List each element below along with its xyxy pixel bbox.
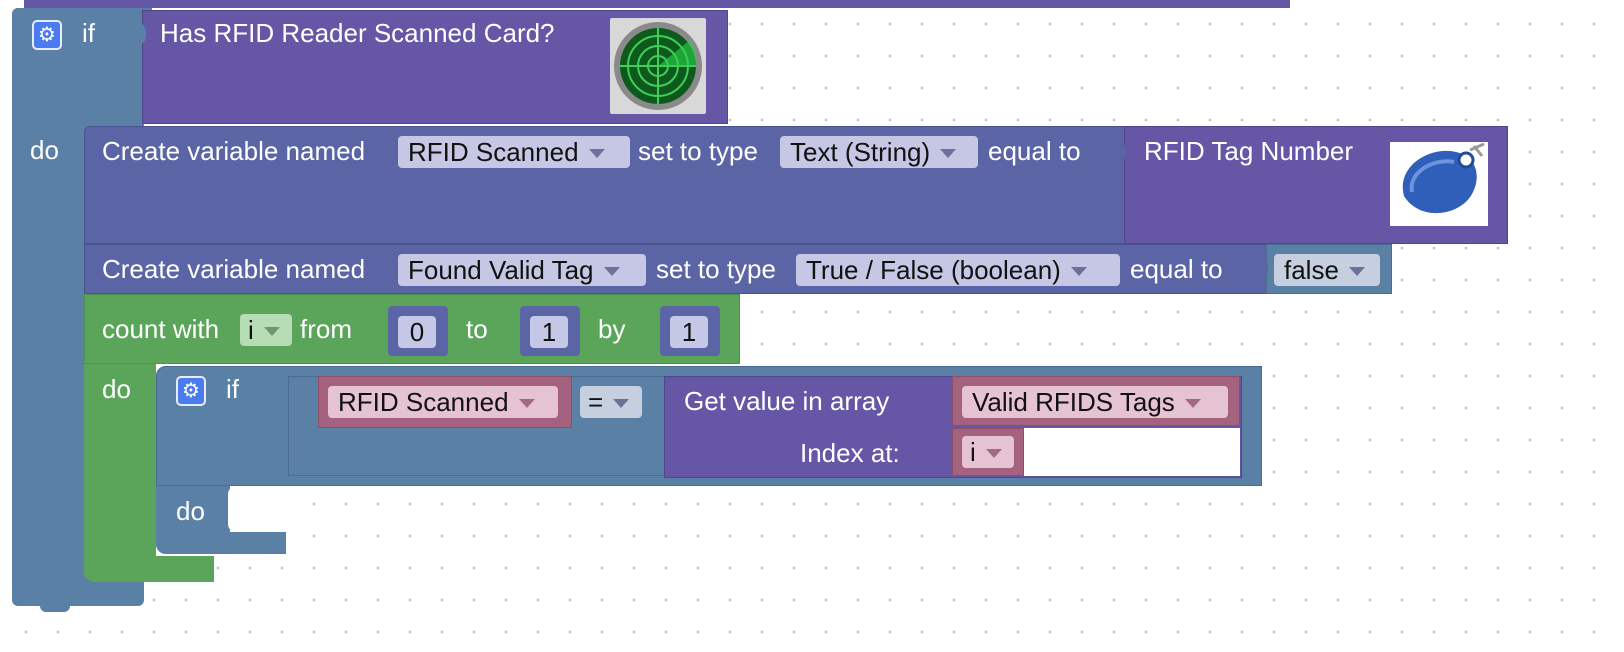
get-value-label: Get value in array xyxy=(684,386,890,416)
rfid-tag-image xyxy=(1390,142,1488,226)
by-label: by xyxy=(598,314,626,344)
variable-name-1-text: RFID Scanned xyxy=(408,137,579,167)
outer-if-label: if xyxy=(82,18,95,48)
loop-variable-dropdown[interactable]: i xyxy=(240,314,292,346)
previous-block-edge xyxy=(24,0,1290,8)
chevron-down-icon xyxy=(613,399,630,408)
to-value-field[interactable]: 1 xyxy=(530,316,568,348)
create-var-2-equal-label: equal to xyxy=(1130,254,1223,284)
inner-if-gear-icon[interactable]: ⚙ xyxy=(176,376,206,406)
rfid-tag-number-text: RFID Tag Number xyxy=(1144,136,1354,166)
create-var-1-prefix: Create variable named xyxy=(102,136,366,166)
outer-if-bottom-tab xyxy=(40,600,70,612)
chevron-down-icon xyxy=(603,267,620,276)
create-var-1-equal-label: equal to xyxy=(988,136,1081,166)
operator-text: = xyxy=(588,387,604,417)
inner-do-slot xyxy=(228,486,286,532)
chevron-down-icon xyxy=(588,149,605,158)
chevron-down-icon xyxy=(263,327,280,336)
loop-variable-text: i xyxy=(248,315,254,345)
boolean-dropdown[interactable]: false xyxy=(1274,254,1380,286)
by-value-field[interactable]: 1 xyxy=(670,316,708,348)
from-value-field[interactable]: 0 xyxy=(398,316,436,348)
create-var-2-prefix: Create variable named xyxy=(102,254,366,284)
variable-name-2-text: Found Valid Tag xyxy=(408,255,594,285)
chevron-down-icon xyxy=(985,449,1002,458)
rfid-scanned-text: RFID Scanned xyxy=(338,387,509,417)
to-label: to xyxy=(466,314,488,344)
boolean-value-text: false xyxy=(1284,255,1339,285)
create-var-1-type-prefix: set to type xyxy=(638,136,758,166)
chevron-down-icon xyxy=(518,399,535,408)
outer-if-gear-icon[interactable]: ⚙ xyxy=(32,20,62,50)
index-at-label: Index at: xyxy=(800,438,900,468)
type-2-text: True / False (boolean) xyxy=(806,255,1061,285)
count-with-label: count with xyxy=(102,314,220,344)
outer-do-label: do xyxy=(30,135,59,165)
chevron-down-icon xyxy=(1184,399,1201,408)
condition-text: Has RFID Reader Scanned Card? xyxy=(160,18,555,48)
type-dropdown-2[interactable]: True / False (boolean) xyxy=(796,254,1120,286)
type-1-text: Text (String) xyxy=(790,137,931,167)
count-do-label: do xyxy=(102,374,131,404)
index-variable-dropdown[interactable]: i xyxy=(962,436,1014,468)
from-label: from xyxy=(300,314,352,344)
radar-image xyxy=(610,18,706,114)
inner-if-footer xyxy=(156,532,286,554)
chevron-down-icon xyxy=(1070,267,1087,276)
inner-if-label: if xyxy=(226,374,239,404)
index-variable-text: i xyxy=(970,437,976,467)
chevron-down-icon xyxy=(1348,267,1365,276)
variable-name-dropdown-2[interactable]: Found Valid Tag xyxy=(398,254,646,286)
count-with-footer xyxy=(84,556,214,582)
type-dropdown-1[interactable]: Text (String) xyxy=(780,136,978,168)
inner-do-label: do xyxy=(176,496,205,526)
rfid-scanned-dropdown[interactable]: RFID Scanned xyxy=(328,386,558,418)
array-name-dropdown[interactable]: Valid RFIDS Tags xyxy=(962,386,1228,418)
variable-name-dropdown-1[interactable]: RFID Scanned xyxy=(398,136,630,168)
operator-dropdown[interactable]: = xyxy=(580,386,642,418)
chevron-down-icon xyxy=(940,149,957,158)
create-var-2-type-prefix: set to type xyxy=(656,254,776,284)
array-name-text: Valid RFIDS Tags xyxy=(972,387,1175,417)
